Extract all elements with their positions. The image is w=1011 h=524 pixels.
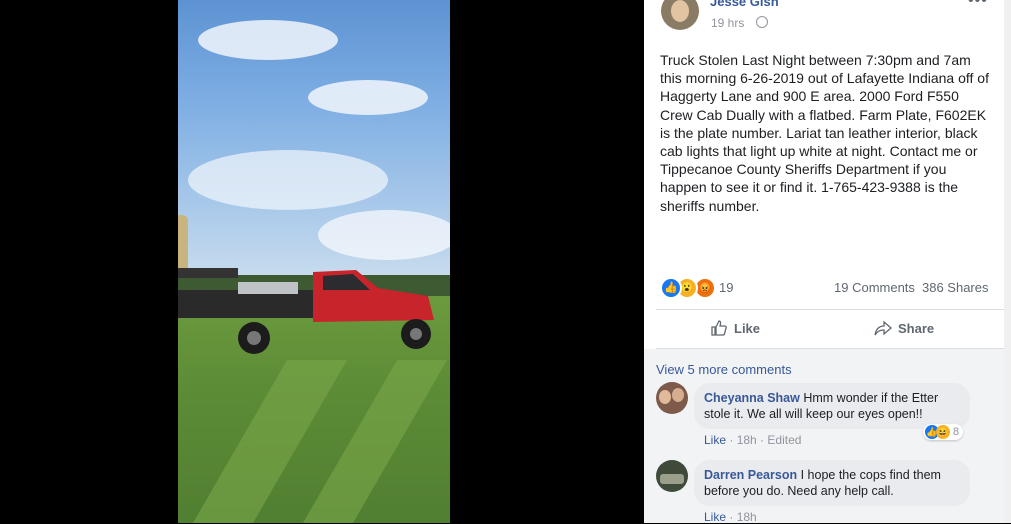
comments-count-link[interactable]: 19 Comments (834, 280, 915, 295)
commenter-name[interactable]: Darren Pearson (704, 468, 797, 482)
commenter-avatar[interactable] (656, 382, 688, 414)
comment-meta: Like · 18h · Edited (704, 433, 802, 447)
share-button[interactable]: Share (874, 312, 934, 344)
like-button[interactable]: Like (710, 312, 760, 344)
comment-bubble: Darren Pearson I hope the cops find them… (694, 460, 970, 506)
post-text: Truck Stolen Last Night between 7:30pm a… (660, 52, 989, 214)
commenter-avatar[interactable] (656, 460, 688, 492)
view-more-comments-link[interactable]: View 5 more comments (656, 362, 792, 377)
comment-meta: Like · 18h (704, 510, 757, 524)
photo-viewer (0, 0, 644, 523)
comment-bubble: Cheyanna Shaw Hmm wonder if the Etter st… (694, 383, 970, 429)
share-button-label: Share (898, 320, 935, 336)
comment-edited-label[interactable]: Edited (767, 433, 801, 447)
public-globe-icon (756, 16, 768, 28)
divider (656, 309, 1004, 310)
reaction-count[interactable]: 19 (719, 280, 733, 295)
scrollbar[interactable] (1004, 0, 1011, 523)
comment-reaction-count: 8 (953, 426, 960, 438)
laugh-icon: 😆 (936, 425, 950, 439)
thumbs-up-icon (711, 320, 727, 336)
like-button-label: Like (734, 320, 761, 336)
comment-like-link[interactable]: Like (704, 510, 726, 524)
photo-cloud (318, 210, 450, 260)
shares-count-link[interactable]: 386 Shares (922, 280, 989, 295)
more-options-icon[interactable]: ••• (968, 0, 988, 10)
commenter-name[interactable]: Cheyanna Shaw (704, 391, 800, 405)
red-truck-image (178, 268, 434, 354)
post-photo[interactable] (178, 0, 450, 523)
photo-cloud (308, 80, 428, 115)
photo-cloud (198, 20, 338, 60)
like-icon: 👍 (660, 277, 682, 299)
post-timestamp[interactable]: 19 hrs (711, 16, 744, 30)
post-author-name[interactable]: Jesse Gish (710, 0, 779, 9)
share-arrow-icon (874, 320, 892, 336)
comment-like-link[interactable]: Like (704, 433, 726, 447)
comment-time[interactable]: 18h (737, 510, 757, 524)
photo-cloud (188, 150, 388, 210)
comment-time[interactable]: 18h (737, 433, 757, 447)
comment-reactions[interactable]: 👍 😆 8 (923, 424, 964, 440)
